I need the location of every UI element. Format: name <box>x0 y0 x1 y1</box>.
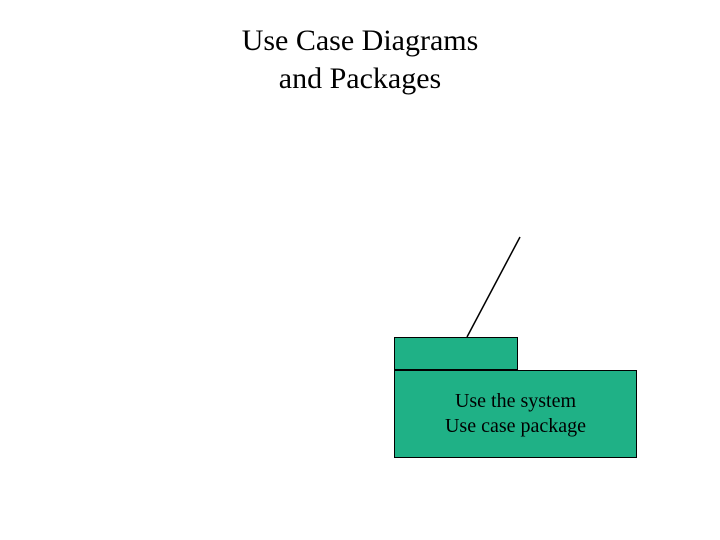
slide-title: Use Case Diagrams and Packages <box>0 22 720 97</box>
title-line-2: and Packages <box>279 62 441 95</box>
connector-line <box>467 237 520 337</box>
title-line-1: Use Case Diagrams <box>242 24 479 57</box>
package-label-line-1: Use the system <box>455 389 576 414</box>
package-tab <box>394 337 518 370</box>
package-label-line-2: Use case package <box>445 414 586 439</box>
package-body: Use the system Use case package <box>394 370 637 458</box>
